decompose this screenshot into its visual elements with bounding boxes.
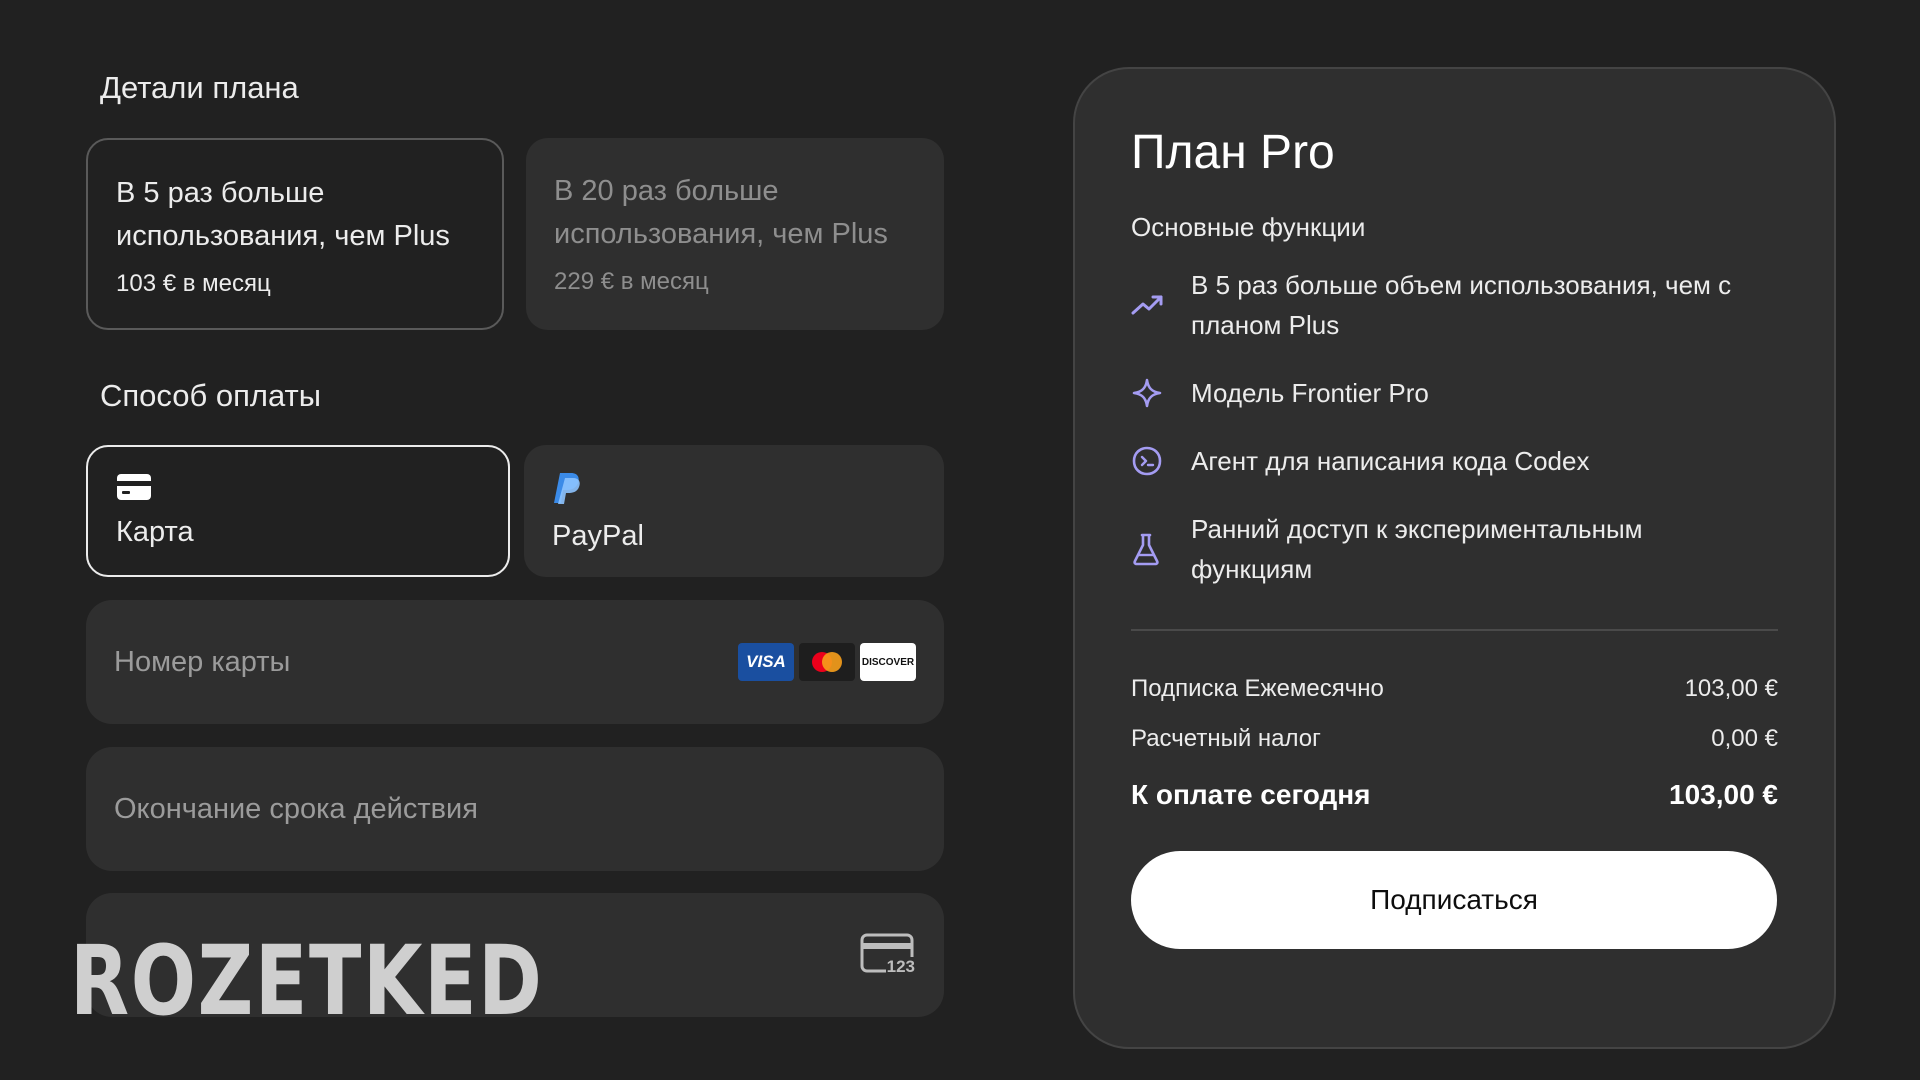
payment-method-label: PayPal	[552, 520, 644, 552]
line-label: Расчетный налог	[1131, 725, 1321, 752]
expiry-field[interactable]: Окончание срока действия	[86, 747, 944, 871]
codex-icon	[1131, 445, 1191, 477]
feature-item: Ранний доступ к экспериментальным функци…	[1131, 509, 1778, 589]
plan-option-price: 229 € в месяц	[554, 268, 709, 295]
feature-text: В 5 раз больше объем использования, чем …	[1191, 270, 1732, 340]
discover-icon: DISCOVER	[860, 643, 916, 681]
total-line: К оплате сегодня 103,00 €	[1131, 779, 1778, 811]
payment-method-label: Карта	[116, 516, 194, 548]
feature-text: Агент для написания кода Codex	[1191, 446, 1590, 476]
feature-item: Агент для написания кода Codex	[1131, 441, 1778, 481]
trend-up-icon	[1131, 293, 1191, 317]
line-value: 0,00 €	[1711, 725, 1778, 752]
tax-line: Расчетный налог 0,00 €	[1131, 725, 1778, 753]
visa-icon: VISA	[738, 643, 794, 681]
plan-details-heading: Детали плана	[100, 70, 299, 105]
plan-title: План Pro	[1131, 126, 1335, 179]
payment-method-card[interactable]: Карта	[86, 445, 510, 577]
subscription-line: Подписка Ежемесячно 103,00 €	[1131, 675, 1778, 703]
summary-divider	[1131, 629, 1778, 631]
total-value: 103,00 €	[1669, 779, 1778, 810]
sparkle-icon	[1131, 377, 1191, 409]
total-label: К оплате сегодня	[1131, 779, 1371, 810]
line-label: Подписка Ежемесячно	[1131, 675, 1384, 702]
feature-text: Модель Frontier Pro	[1191, 378, 1429, 408]
card-number-field[interactable]: Номер карты VISA DISCOVER	[86, 600, 944, 724]
rozetked-watermark: ROZETKED	[70, 925, 544, 1037]
credit-card-icon	[116, 474, 152, 505]
feature-item: В 5 раз больше объем использования, чем …	[1131, 265, 1778, 345]
plan-summary-card: План Pro Основные функции В 5 раз больше…	[1073, 67, 1836, 1049]
mastercard-icon	[799, 643, 855, 681]
line-value: 103,00 €	[1684, 675, 1778, 702]
plan-option-20x[interactable]: В 20 раз больше использования, чем Plus …	[526, 138, 944, 330]
expiry-placeholder: Окончание срока действия	[114, 792, 478, 825]
feature-item: Модель Frontier Pro	[1131, 373, 1778, 413]
paypal-icon	[552, 473, 584, 509]
plan-option-title: В 5 раз больше использования, чем Plus	[116, 177, 450, 252]
feature-text: Ранний доступ к экспериментальным функци…	[1191, 514, 1643, 584]
plan-option-price: 103 € в месяц	[116, 270, 271, 297]
cvc-card-icon: 123	[860, 933, 916, 977]
plan-option-title: В 20 раз больше использования, чем Plus	[554, 175, 888, 250]
card-number-placeholder: Номер карты	[114, 645, 291, 678]
card-brands: VISA DISCOVER	[738, 643, 916, 681]
payment-method-heading: Способ оплаты	[100, 378, 322, 413]
plan-option-5x[interactable]: В 5 раз больше использования, чем Plus 1…	[86, 138, 504, 330]
features-heading: Основные функции	[1131, 212, 1366, 242]
payment-method-paypal[interactable]: PayPal	[524, 445, 944, 577]
subscribe-button[interactable]: Подписаться	[1131, 851, 1777, 949]
flask-icon	[1131, 532, 1191, 566]
